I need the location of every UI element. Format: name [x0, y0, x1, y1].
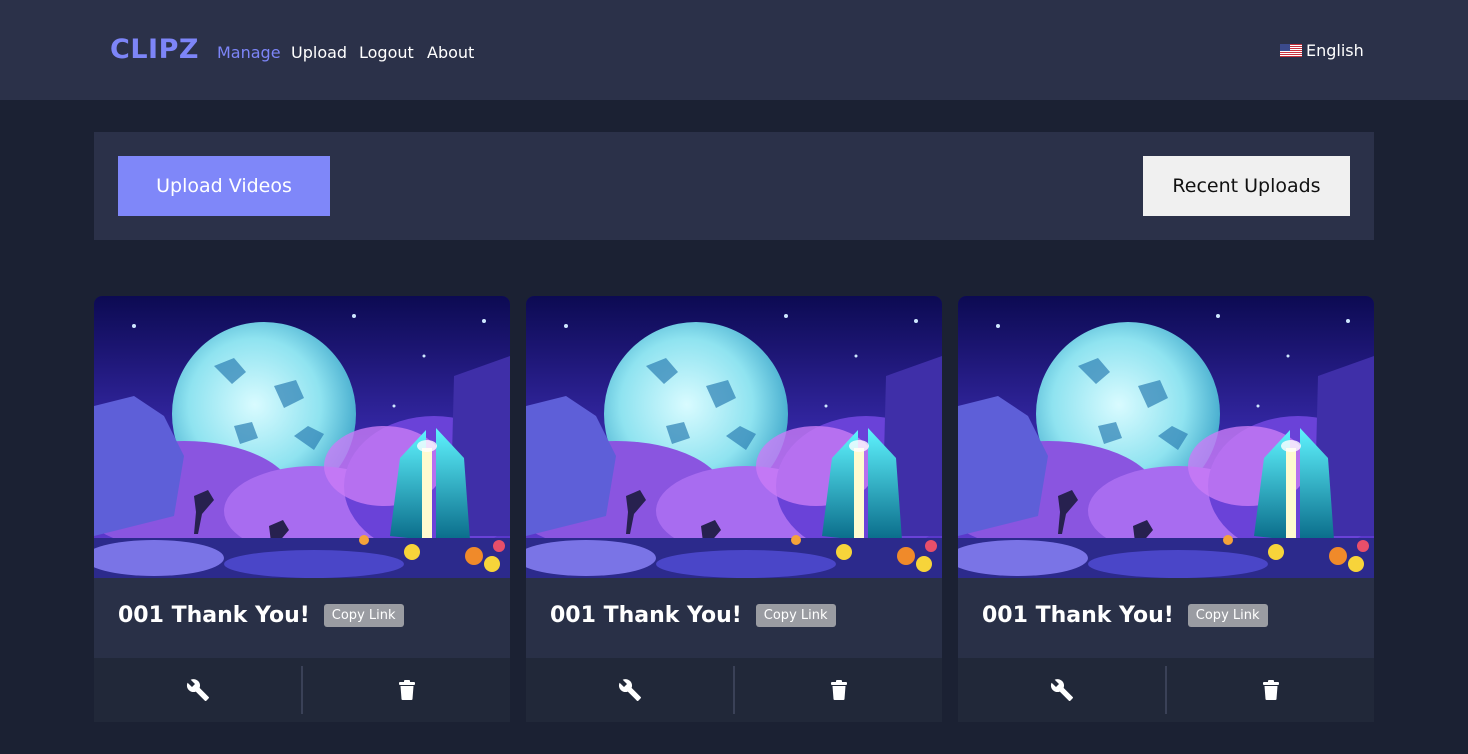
edit-clip-button[interactable]	[94, 658, 301, 722]
nav-about[interactable]: About	[427, 43, 474, 62]
clip-card: 001 Thank You! Copy Link	[958, 296, 1374, 722]
wrench-icon	[186, 679, 209, 701]
clip-card: 001 Thank You! Copy Link	[526, 296, 942, 722]
clip-thumbnail[interactable]	[958, 296, 1374, 578]
brand-logo[interactable]: CLIPZ	[110, 34, 199, 65]
clip-thumbnail[interactable]	[94, 296, 510, 578]
clip-card-footer	[526, 658, 942, 722]
delete-clip-button[interactable]	[303, 658, 510, 722]
clip-title: 001 Thank You!	[982, 603, 1174, 628]
clip-title: 001 Thank You!	[550, 603, 742, 628]
edit-clip-button[interactable]	[526, 658, 733, 722]
action-bar: Upload Videos Recent Uploads	[94, 132, 1374, 240]
wrench-icon	[618, 679, 641, 701]
language-selector[interactable]: English	[1280, 41, 1364, 60]
clip-card-footer	[94, 658, 510, 722]
nav-upload[interactable]: Upload	[291, 43, 347, 62]
copy-link-button[interactable]: Copy Link	[755, 604, 836, 627]
nav-logout[interactable]: Logout	[359, 43, 414, 62]
copy-link-button[interactable]: Copy Link	[323, 604, 404, 627]
language-label: English	[1306, 41, 1364, 60]
delete-clip-button[interactable]	[735, 658, 942, 722]
wrench-icon	[1050, 679, 1073, 701]
clip-title-row: 001 Thank You! Copy Link	[118, 603, 404, 628]
top-navbar: CLIPZ Manage Upload Logout About English	[0, 0, 1468, 100]
clip-title-row: 001 Thank You! Copy Link	[982, 603, 1268, 628]
trash-icon	[830, 680, 847, 700]
recent-uploads-button[interactable]: Recent Uploads	[1143, 156, 1350, 216]
clip-title-row: 001 Thank You! Copy Link	[550, 603, 836, 628]
trash-icon	[1262, 680, 1279, 700]
trash-icon	[398, 680, 415, 700]
delete-clip-button[interactable]	[1167, 658, 1374, 722]
clip-card-footer	[958, 658, 1374, 722]
edit-clip-button[interactable]	[958, 658, 1165, 722]
us-flag-icon	[1280, 44, 1302, 57]
copy-link-button[interactable]: Copy Link	[1187, 604, 1268, 627]
nav-manage[interactable]: Manage	[217, 43, 281, 62]
clip-thumbnail[interactable]	[526, 296, 942, 578]
clip-card: 001 Thank You! Copy Link	[94, 296, 510, 722]
upload-videos-button[interactable]: Upload Videos	[118, 156, 330, 216]
clip-title: 001 Thank You!	[118, 603, 310, 628]
